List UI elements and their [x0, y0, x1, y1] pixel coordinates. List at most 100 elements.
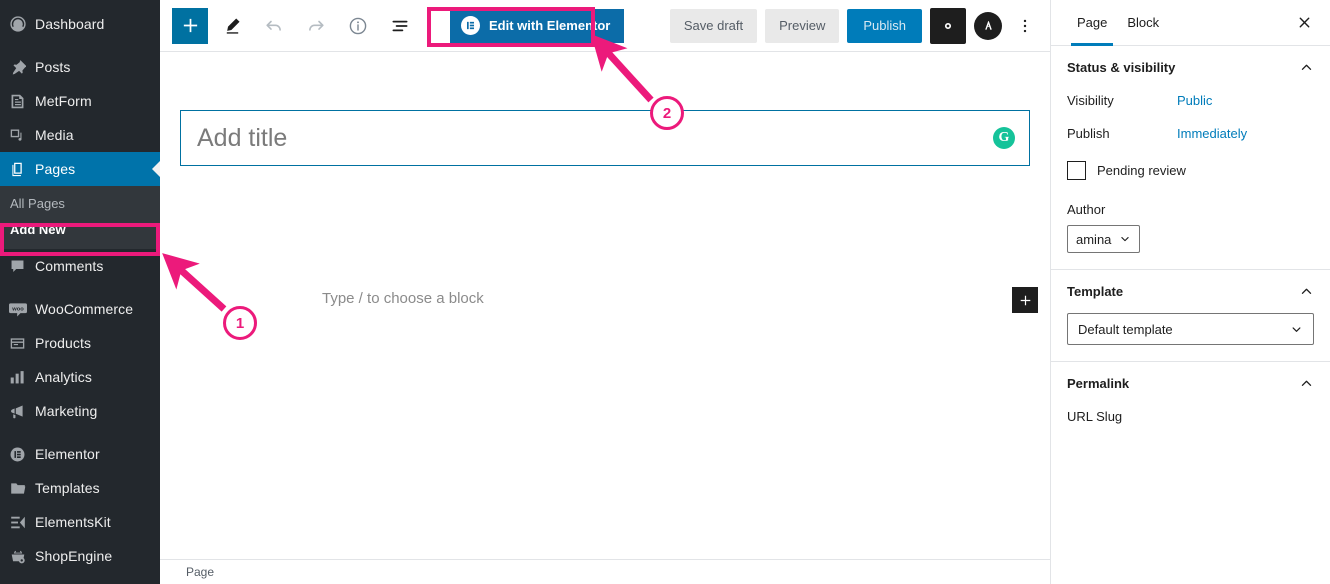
shopengine-icon [9, 546, 35, 566]
template-select[interactable]: Default template [1067, 313, 1314, 345]
astra-logo-icon [980, 18, 996, 33]
elementor-badge-icon [461, 16, 480, 35]
kebab-menu-icon [1023, 19, 1027, 32]
redo-button[interactable] [298, 8, 334, 44]
sidebar-item-metform[interactable]: MetForm [0, 84, 160, 118]
sidebar-item-label: Elementor [35, 446, 100, 462]
undo-icon [266, 20, 281, 31]
editor-toolbar: Edit with Elementor Save draft Preview P… [160, 0, 1050, 52]
url-slug-label: URL Slug [1067, 409, 1123, 424]
details-button[interactable] [340, 8, 376, 44]
title-input[interactable] [197, 123, 993, 153]
redo-icon [309, 20, 324, 31]
submenu-add-new[interactable]: Add New [0, 217, 160, 243]
document-breadcrumb: Page [160, 559, 1050, 584]
template-section: Template Default template [1051, 270, 1330, 362]
sidebar-item-posts[interactable]: Posts [0, 50, 160, 84]
sidebar-item-shopengine[interactable]: ShopEngine [0, 539, 160, 573]
sidebar-item-label: Dashboard [35, 16, 105, 32]
tab-page[interactable]: Page [1067, 0, 1117, 46]
add-block-button[interactable] [172, 7, 208, 44]
list-view-icon [392, 20, 408, 31]
analytics-icon [9, 367, 35, 387]
sidebar-item-woocommerce[interactable]: woo WooCommerce [0, 292, 160, 326]
edit-with-elementor-button[interactable]: Edit with Elementor [450, 8, 625, 43]
sidebar-item-templates[interactable]: Templates [0, 471, 160, 505]
publish-date-value-button[interactable]: Immediately [1177, 126, 1247, 141]
block-placeholder-text[interactable]: Type / to choose a block [322, 290, 484, 307]
template-title: Template [1067, 284, 1124, 299]
elementskit-icon [9, 512, 35, 532]
publish-row: Publish Immediately [1067, 126, 1314, 141]
plus-icon [183, 18, 197, 33]
edit-tool-button[interactable] [214, 8, 250, 44]
sidebar-item-analytics[interactable]: Analytics [0, 360, 160, 394]
sidebar-item-label: WooCommerce [35, 301, 134, 317]
sidebar-item-label: ShopEngine [35, 548, 113, 564]
edit-with-elementor-label: Edit with Elementor [489, 18, 611, 33]
chevron-up-icon [1299, 284, 1314, 299]
sidebar-item-label: ElementsKit [35, 514, 111, 530]
preview-button[interactable]: Preview [765, 8, 840, 43]
list-view-button[interactable] [382, 8, 418, 44]
sidebar-item-label: Comments [35, 258, 104, 274]
sidebar-item-elementor[interactable]: Elementor [0, 437, 160, 471]
toolbar-right-group: Save draft Preview Publish [669, 7, 1042, 44]
grammarly-icon[interactable]: G [993, 127, 1015, 149]
admin-sidebar: Dashboard Posts MetForm Media Pages All … [0, 0, 160, 584]
pending-review-checkbox[interactable] [1067, 161, 1086, 180]
visibility-value-button[interactable]: Public [1177, 93, 1212, 108]
submenu-all-pages[interactable]: All Pages [0, 191, 160, 217]
sidebar-item-elementskit[interactable]: ElementsKit [0, 505, 160, 539]
publish-date-label: Publish [1067, 126, 1110, 141]
visibility-row: Visibility Public [1067, 93, 1314, 108]
media-icon [9, 125, 35, 145]
settings-button[interactable] [930, 7, 966, 44]
pages-submenu: All Pages Add New [0, 186, 160, 249]
wordpress-block-editor: Dashboard Posts MetForm Media Pages All … [0, 0, 1330, 584]
status-visibility-header[interactable]: Status & visibility [1067, 60, 1314, 75]
block-inserter-button[interactable] [1012, 287, 1038, 313]
close-settings-button[interactable] [1290, 9, 1318, 37]
sidebar-item-label: Pages [35, 161, 76, 177]
menu-separator [0, 41, 160, 50]
more-options-button[interactable] [1010, 8, 1040, 44]
sidebar-item-label: Posts [35, 59, 71, 75]
author-select[interactable]: amina [1067, 225, 1141, 253]
sidebar-item-label: Marketing [35, 403, 98, 419]
settings-sidebar: Page Block Status & visibility Visibilit… [1050, 0, 1330, 584]
post-title-field[interactable]: G [180, 110, 1030, 166]
form-icon [9, 91, 35, 111]
pin-icon [9, 57, 35, 77]
pending-review-label: Pending review [1097, 163, 1186, 178]
svg-text:woo: woo [11, 306, 24, 312]
plus-icon [1020, 295, 1030, 305]
pending-review-row: Pending review [1067, 161, 1314, 180]
folder-icon [9, 478, 35, 498]
publish-button[interactable]: Publish [847, 8, 922, 43]
sidebar-item-products[interactable]: Products [0, 326, 160, 360]
close-icon [1299, 17, 1309, 28]
sidebar-item-label: Media [35, 127, 74, 143]
breadcrumb-label[interactable]: Page [186, 565, 214, 579]
permalink-header[interactable]: Permalink [1067, 376, 1314, 391]
tab-block[interactable]: Block [1117, 0, 1169, 46]
gear-icon [944, 22, 952, 29]
undo-button[interactable] [256, 8, 292, 44]
sidebar-item-comments[interactable]: Comments [0, 249, 160, 283]
permalink-section: Permalink URL Slug [1051, 362, 1330, 440]
megaphone-icon [9, 401, 35, 421]
sidebar-item-media[interactable]: Media [0, 118, 160, 152]
chevron-up-icon [1299, 60, 1314, 75]
products-icon [9, 333, 35, 353]
save-draft-button[interactable]: Save draft [669, 8, 758, 43]
astra-plugin-button[interactable] [974, 11, 1002, 40]
sidebar-item-pages[interactable]: Pages [0, 152, 160, 186]
sidebar-item-label: Analytics [35, 369, 92, 385]
sidebar-item-marketing[interactable]: Marketing [0, 394, 160, 428]
woocommerce-icon: woo [9, 299, 35, 319]
sidebar-item-dashboard[interactable]: Dashboard [0, 7, 160, 41]
template-header[interactable]: Template [1067, 284, 1314, 299]
sidebar-item-label: MetForm [35, 93, 92, 109]
settings-tab-bar: Page Block [1051, 0, 1330, 46]
